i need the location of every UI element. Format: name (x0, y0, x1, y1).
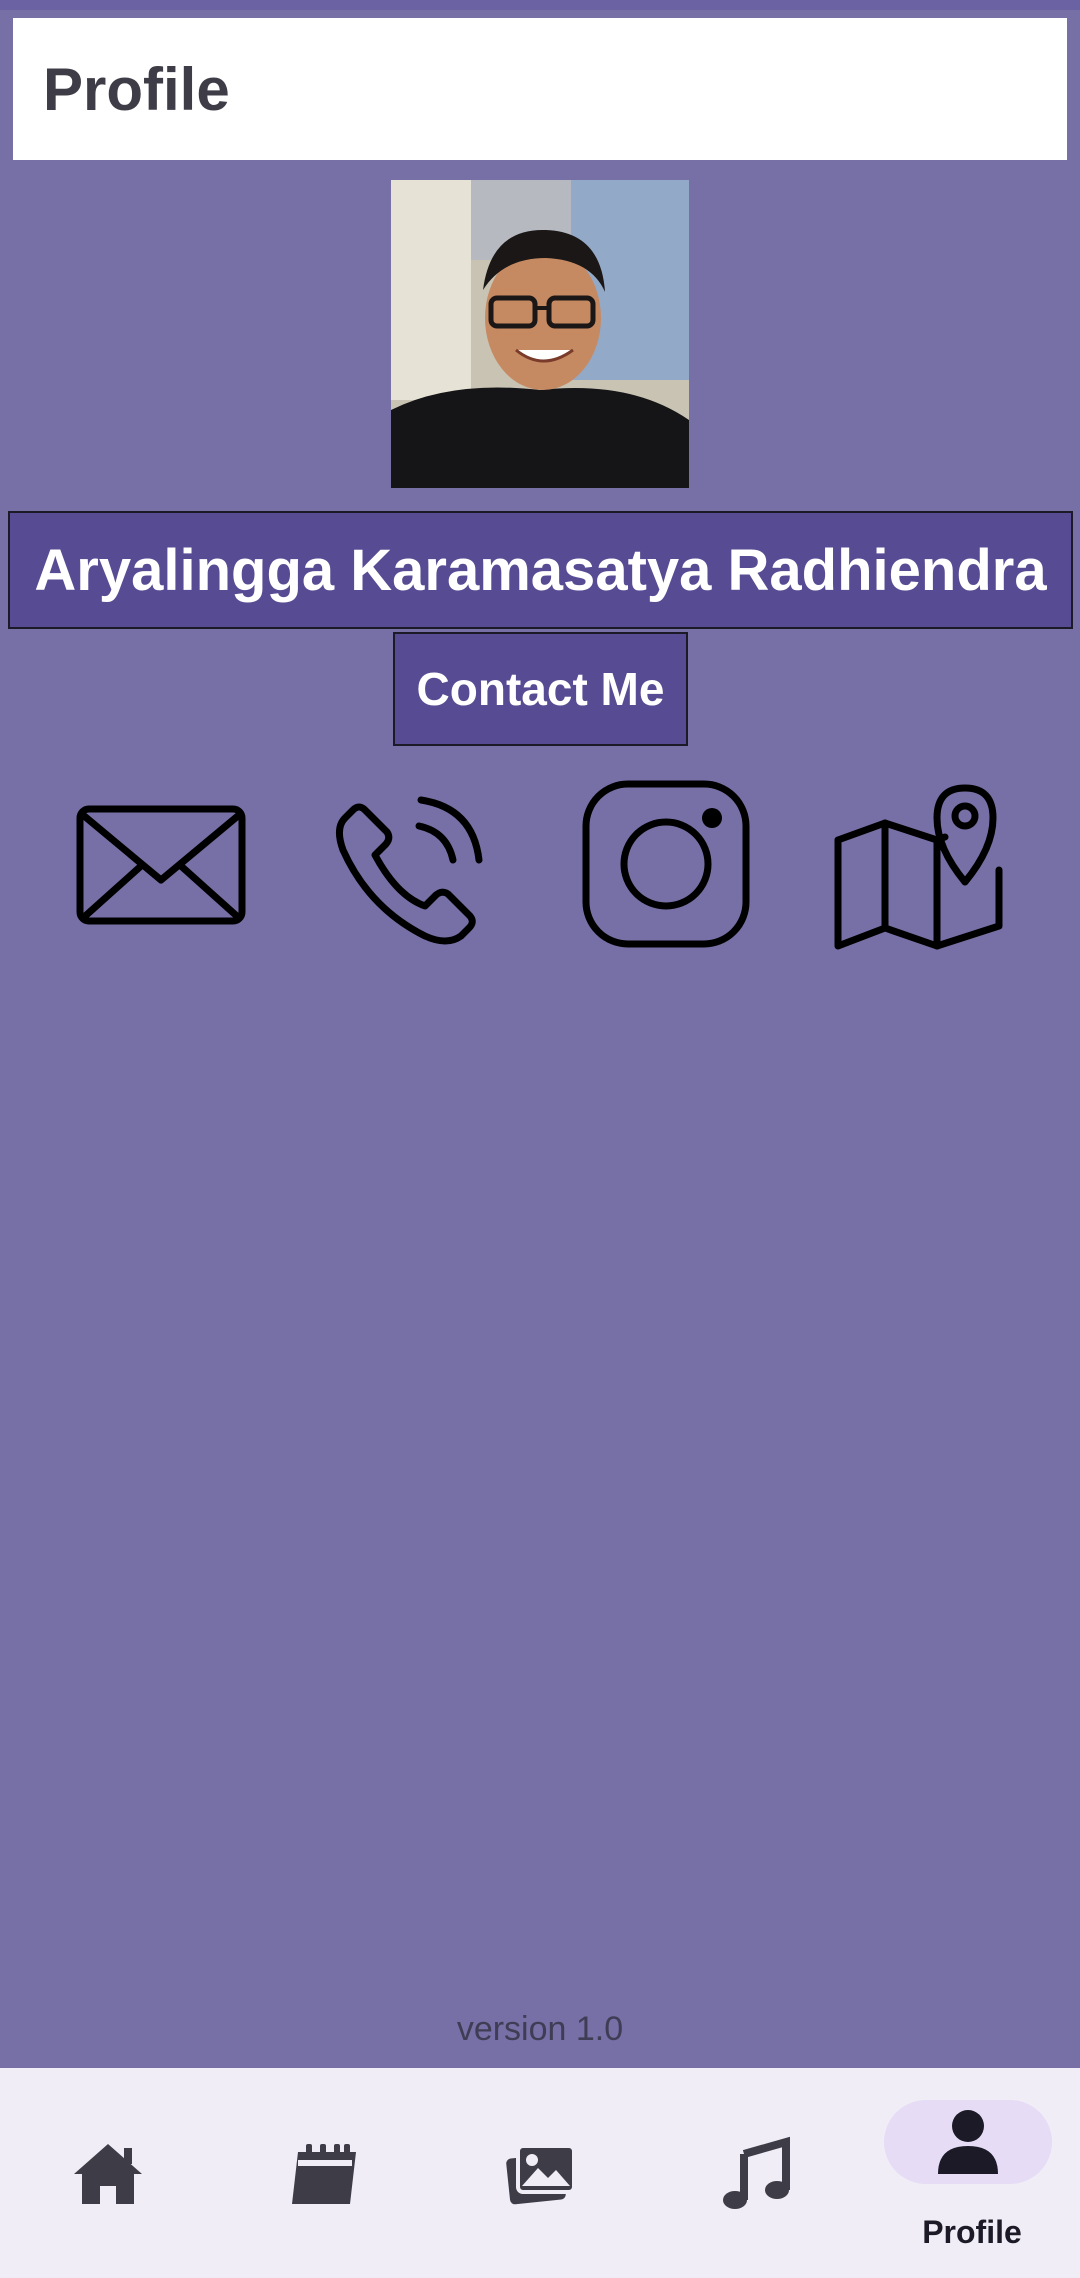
bottom-navigation: Profile (0, 2068, 1080, 2278)
nav-music[interactable] (648, 2068, 864, 2278)
nav-gallery[interactable] (432, 2068, 648, 2278)
music-icon (716, 2134, 796, 2214)
avatar (391, 180, 689, 488)
nav-profile-label: Profile (922, 2214, 1022, 2250)
page-title: Profile (43, 55, 230, 123)
app-bar: Profile (13, 18, 1067, 160)
nav-profile[interactable]: Profile (864, 2068, 1080, 2278)
phone-icon[interactable] (327, 778, 499, 950)
nav-home[interactable] (0, 2068, 216, 2278)
home-icon (68, 2134, 148, 2214)
gallery-icon (500, 2134, 580, 2214)
calendar-icon (284, 2134, 364, 2214)
contact-me-label: Contact Me (416, 663, 665, 715)
profile-name: Aryalingga Karamasatya Radhiendra (34, 537, 1047, 603)
email-icon[interactable] (75, 778, 247, 950)
nav-calendar[interactable] (216, 2068, 432, 2278)
map-icon[interactable] (833, 778, 1005, 950)
status-bar (0, 0, 1080, 10)
instagram-icon[interactable] (580, 778, 752, 950)
version-text: version 1.0 (456, 2010, 624, 2048)
contact-me-button[interactable]: Contact Me (393, 632, 688, 746)
person-icon (928, 2102, 1008, 2182)
profile-name-banner: Aryalingga Karamasatya Radhiendra (8, 511, 1073, 629)
